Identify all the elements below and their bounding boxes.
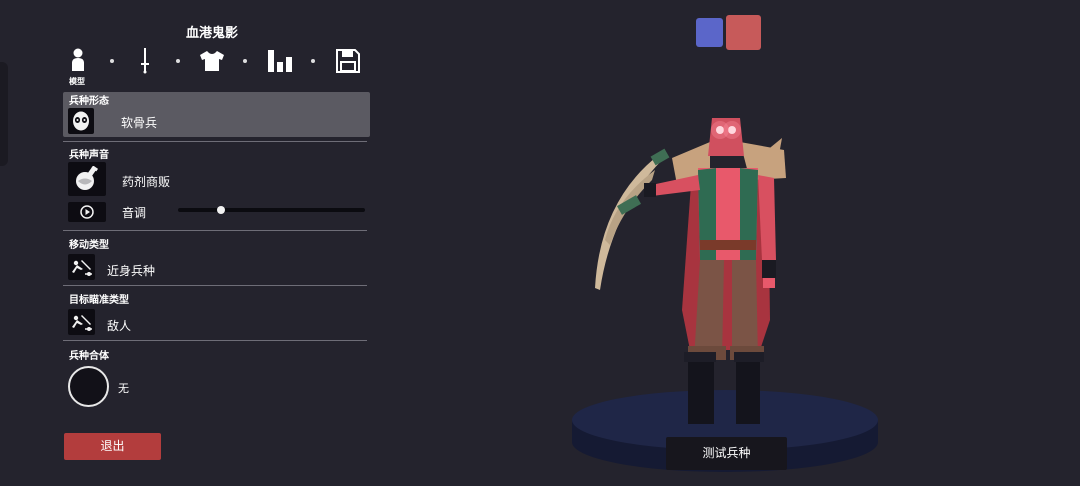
- editor-tab-bar: 模型: [62, 46, 372, 86]
- unit-combine-value: 无: [118, 382, 129, 395]
- shirt-icon[interactable]: [200, 51, 224, 75]
- sword-icon[interactable]: [140, 48, 150, 78]
- divider: [63, 141, 367, 142]
- play-voice-button[interactable]: [68, 202, 106, 222]
- melee-icon: [71, 260, 92, 276]
- melee-icon: [71, 315, 92, 331]
- targeting-type-icon-button[interactable]: [68, 309, 95, 335]
- movement-type-label: 移动类型: [69, 240, 109, 251]
- unit-form-icon-button[interactable]: [68, 108, 94, 134]
- movement-type-icon-button[interactable]: [68, 254, 95, 280]
- movement-type-value: 近身兵种: [107, 264, 156, 278]
- stats-icon[interactable]: [268, 50, 292, 76]
- divider: [63, 340, 367, 341]
- unit-voice-label: 兵种声音: [69, 150, 109, 161]
- tab-separator-dot: [176, 59, 180, 63]
- test-unit-button[interactable]: 测试兵种: [666, 437, 787, 470]
- unit-voice-icon-button[interactable]: [68, 162, 106, 196]
- tab-separator-dot: [311, 59, 315, 63]
- unit-combine-label: 兵种合体: [69, 351, 109, 362]
- tab-separator-dot: [243, 59, 247, 63]
- targeting-type-label: 目标瞄准类型: [69, 295, 129, 306]
- unit-name-title: 血港鬼影: [185, 26, 238, 41]
- active-tab-label: 模型: [69, 77, 85, 86]
- exit-button[interactable]: 退出: [64, 433, 161, 460]
- unit-combine-slot[interactable]: [68, 366, 109, 407]
- unit-voice-value: 药剂商贩: [122, 175, 171, 189]
- play-icon: [80, 205, 94, 219]
- skull-mask-icon: [73, 111, 89, 131]
- red-team-swatch[interactable]: [726, 15, 761, 50]
- model-icon[interactable]: [70, 48, 86, 76]
- pitch-slider[interactable]: [178, 206, 365, 214]
- tab-separator-dot: [110, 59, 114, 63]
- divider: [63, 285, 367, 286]
- unit-form-value: 软骨兵: [121, 116, 158, 130]
- blue-team-swatch[interactable]: [696, 18, 723, 47]
- divider: [63, 230, 367, 231]
- pitch-label: 音调: [122, 206, 147, 220]
- unit-character-model: [595, 118, 786, 424]
- potion-icon: [76, 166, 99, 190]
- pitch-slider-knob[interactable]: [217, 206, 225, 214]
- unit-creator-screen: 血港鬼影 模型 兵种形态 软骨兵 兵种声音 药剂商贩 音调 移动类型 近身兵种 …: [0, 0, 1080, 486]
- save-icon[interactable]: [336, 49, 360, 77]
- side-drawer-handle[interactable]: [0, 62, 8, 166]
- unit-form-label: 兵种形态: [69, 96, 109, 107]
- unit-preview-stage: [572, 118, 878, 472]
- targeting-type-value: 敌人: [107, 319, 132, 333]
- unit-form-row-highlight[interactable]: [63, 92, 370, 137]
